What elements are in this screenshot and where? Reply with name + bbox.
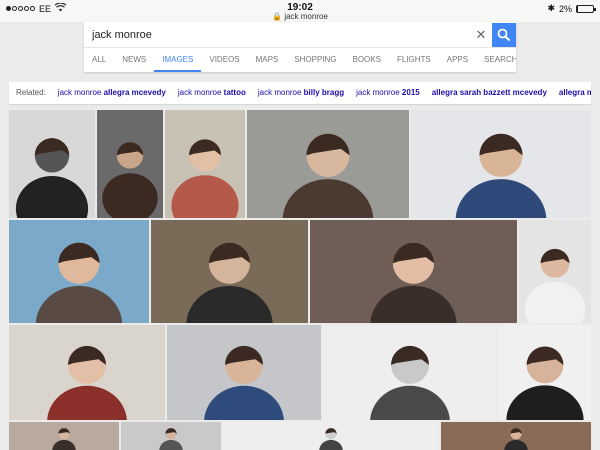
bluetooth-icon: ✱ bbox=[547, 3, 555, 13]
photo-portrait-icon bbox=[9, 220, 149, 323]
search-row: ✕ bbox=[84, 22, 516, 48]
clear-search-button[interactable]: ✕ bbox=[474, 27, 488, 43]
image-result-thumbnail[interactable] bbox=[247, 110, 409, 218]
photo-portrait-icon bbox=[519, 220, 591, 323]
related-prefix: jack monroe bbox=[57, 88, 104, 97]
tab-images[interactable]: IMAGES bbox=[154, 49, 202, 72]
image-result-thumbnail[interactable] bbox=[9, 110, 95, 218]
search-tabs: ALL NEWS IMAGES VIDEOS MAPS SHOPPING BOOKS FLIG… bbox=[84, 49, 516, 72]
image-result-thumbnail[interactable] bbox=[151, 220, 308, 323]
image-result-thumbnail[interactable] bbox=[121, 422, 221, 450]
related-search-link[interactable]: allegra mcevedy bbox=[559, 82, 591, 104]
tab-all[interactable]: ALL bbox=[84, 49, 114, 72]
photo-portrait-icon bbox=[9, 325, 165, 420]
image-result-thumbnail[interactable] bbox=[499, 325, 591, 420]
photo-portrait-icon bbox=[9, 110, 95, 218]
photo-portrait-icon bbox=[167, 325, 321, 420]
search-button[interactable] bbox=[492, 23, 516, 47]
tab-search[interactable]: SEARCH bbox=[476, 49, 516, 72]
address-text: jack monroe bbox=[284, 12, 328, 21]
photo-portrait-icon bbox=[9, 422, 119, 450]
related-search-link[interactable]: jack monroe billy bragg bbox=[258, 82, 344, 104]
battery-icon bbox=[576, 4, 596, 13]
tab-flights[interactable]: FLIGHTS bbox=[389, 49, 439, 72]
image-result-thumbnail[interactable] bbox=[441, 422, 591, 450]
photo-portrait-icon bbox=[441, 422, 591, 450]
image-result-thumbnail[interactable] bbox=[97, 110, 163, 218]
search-icon bbox=[497, 28, 511, 42]
related-search-link[interactable]: jack monroe allegra mcevedy bbox=[58, 82, 166, 104]
related-term: tattoo bbox=[223, 88, 246, 97]
related-search-link[interactable]: allegra sarah bazzett mcevedy bbox=[432, 82, 547, 104]
image-result-thumbnail[interactable] bbox=[411, 110, 591, 218]
search-input[interactable] bbox=[92, 27, 472, 43]
related-term: billy bragg bbox=[303, 88, 345, 97]
photo-portrait-icon bbox=[223, 422, 439, 450]
battery-status: ✱ 2% bbox=[547, 3, 596, 14]
related-prefix: jack monroe bbox=[257, 88, 304, 97]
tab-shopping[interactable]: SHOPPING bbox=[286, 49, 344, 72]
related-term: 2015 bbox=[401, 88, 420, 97]
tab-maps[interactable]: MAPS bbox=[248, 49, 287, 72]
tab-books[interactable]: BOOKS bbox=[345, 49, 389, 72]
image-result-thumbnail[interactable] bbox=[310, 220, 517, 323]
search-card: ✕ ALLNEWSIMAGESVIDEOSMAPSSHOPPINGBOOKSFL… bbox=[84, 22, 516, 72]
photo-portrait-icon bbox=[97, 110, 163, 218]
related-term: allegra mcevedy bbox=[103, 88, 166, 97]
photo-portrait-icon bbox=[247, 110, 409, 218]
photo-portrait-icon bbox=[411, 110, 591, 218]
photo-portrait-icon bbox=[121, 422, 221, 450]
related-label: Related: bbox=[16, 88, 46, 97]
photo-portrait-icon bbox=[151, 220, 308, 323]
image-result-thumbnail[interactable] bbox=[9, 220, 149, 323]
photo-portrait-icon bbox=[323, 325, 497, 420]
photo-portrait-icon bbox=[499, 325, 591, 420]
image-result-thumbnail[interactable] bbox=[223, 422, 439, 450]
related-prefix: jack monroe bbox=[177, 88, 224, 97]
related-term: allegra sarah bazzett mcevedy bbox=[431, 88, 547, 97]
related-searches-bar: Related: jack monroe allegra mcevedy jack … bbox=[9, 82, 591, 104]
photo-portrait-icon bbox=[310, 220, 517, 323]
related-search-link[interactable]: jack monroe 2015 bbox=[356, 82, 420, 104]
status-bar: EE 19:02 🔒 jack monroe ✱ 2% bbox=[0, 0, 600, 22]
tab-videos[interactable]: VIDEOS bbox=[201, 49, 247, 72]
image-result-thumbnail[interactable] bbox=[165, 110, 245, 218]
address-bar[interactable]: 🔒 jack monroe bbox=[0, 12, 600, 21]
lock-icon: 🔒 bbox=[272, 12, 283, 21]
image-result-thumbnail[interactable] bbox=[9, 325, 165, 420]
image-result-thumbnail[interactable] bbox=[167, 325, 321, 420]
related-search-link[interactable]: jack monroe tattoo bbox=[178, 82, 246, 104]
tab-news[interactable]: NEWS bbox=[114, 49, 154, 72]
photo-portrait-icon bbox=[165, 110, 245, 218]
battery-percent: 2% bbox=[558, 3, 572, 14]
related-term: allegra mcevedy bbox=[558, 88, 591, 97]
image-result-thumbnail[interactable] bbox=[9, 422, 119, 450]
tab-apps[interactable]: APPS bbox=[439, 49, 476, 72]
related-prefix: jack monroe bbox=[356, 88, 402, 97]
image-result-thumbnail[interactable] bbox=[519, 220, 591, 323]
image-result-thumbnail[interactable] bbox=[323, 325, 497, 420]
